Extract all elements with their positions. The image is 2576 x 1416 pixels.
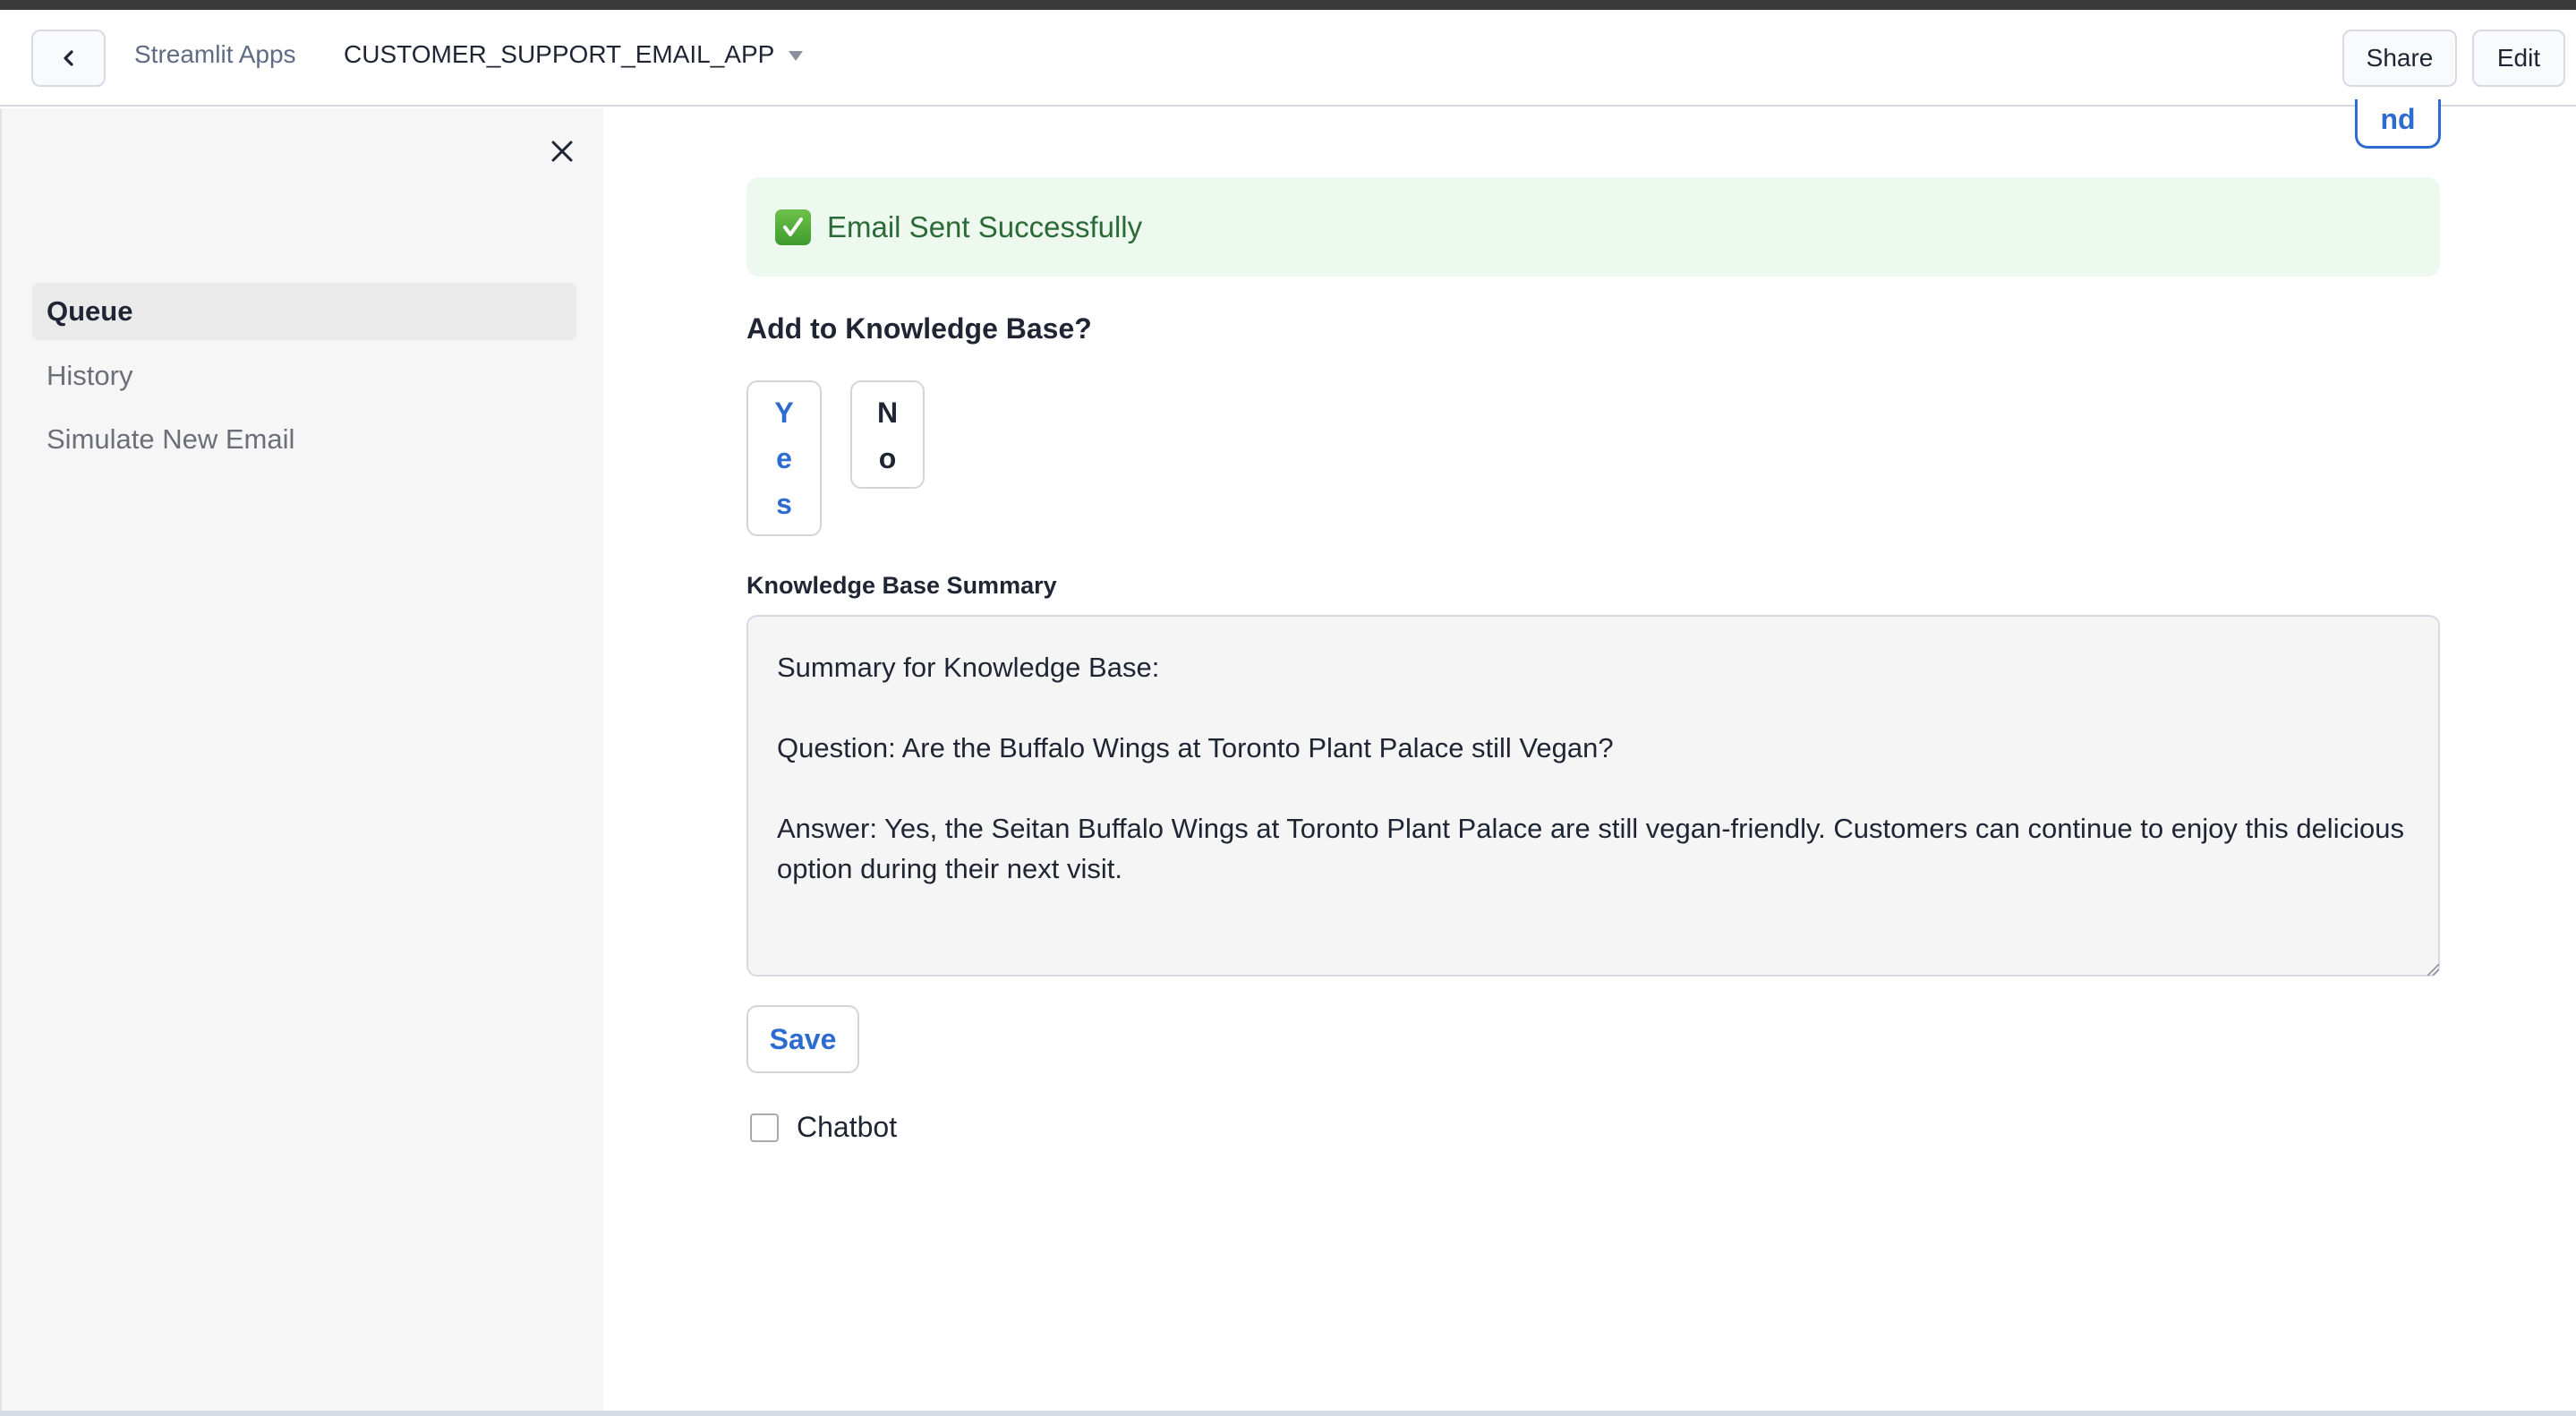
sidebar-item-queue[interactable]: Queue bbox=[32, 283, 576, 340]
resize-handle-icon[interactable] bbox=[2426, 962, 2440, 977]
bottom-border bbox=[0, 1411, 2576, 1416]
yes-button-char: Y bbox=[774, 397, 794, 429]
app-title-dropdown[interactable]: CUSTOMER_SUPPORT_EMAIL_APP bbox=[344, 40, 804, 69]
chatbot-checkbox[interactable]: Chatbot bbox=[750, 1111, 897, 1144]
caret-down-icon bbox=[789, 51, 804, 61]
add-to-kb-heading: Add to Knowledge Base? bbox=[746, 312, 1092, 345]
no-button-char: N bbox=[876, 397, 899, 429]
kb-summary-textarea[interactable]: Summary for Knowledge Base: Question: Ar… bbox=[746, 615, 2440, 977]
no-button-char: o bbox=[878, 442, 897, 474]
app-title: CUSTOMER_SUPPORT_EMAIL_APP bbox=[344, 40, 775, 68]
no-button[interactable]: N o bbox=[850, 380, 925, 489]
edit-button[interactable]: Edit bbox=[2472, 30, 2565, 87]
sidebar-item-simulate-new-email[interactable]: Simulate New Email bbox=[32, 411, 576, 468]
success-alert-text: Email Sent Successfully bbox=[827, 209, 1143, 243]
share-button[interactable]: Share bbox=[2342, 30, 2457, 87]
browser-top-bar bbox=[0, 0, 2576, 10]
check-mark-button-icon bbox=[775, 209, 811, 245]
chatbot-checkbox-label: Chatbot bbox=[797, 1111, 898, 1143]
sidebar: Queue History Simulate New Email bbox=[0, 108, 603, 1412]
yes-button-char: e bbox=[776, 442, 792, 474]
send-button-partial[interactable]: nd bbox=[2355, 99, 2441, 149]
save-button[interactable]: Save bbox=[746, 1005, 859, 1073]
close-sidebar-button[interactable] bbox=[548, 137, 576, 166]
yes-button-char: s bbox=[776, 488, 792, 520]
checkbox-square[interactable] bbox=[750, 1113, 779, 1142]
app-header: Streamlit Apps CUSTOMER_SUPPORT_EMAIL_AP… bbox=[0, 10, 2576, 107]
kb-summary-label: Knowledge Base Summary bbox=[746, 572, 1057, 599]
close-icon bbox=[551, 141, 573, 162]
sidebar-item-history[interactable]: History bbox=[32, 347, 576, 405]
chevron-left-icon bbox=[63, 50, 73, 66]
breadcrumb-streamlit-apps[interactable]: Streamlit Apps bbox=[134, 40, 296, 69]
yes-button[interactable]: Y e s bbox=[746, 380, 822, 536]
success-alert: Email Sent Successfully bbox=[746, 177, 2440, 277]
back-button[interactable] bbox=[31, 30, 106, 87]
main-content: nd Email Sent Successfully Add to Knowle… bbox=[603, 99, 2576, 1412]
